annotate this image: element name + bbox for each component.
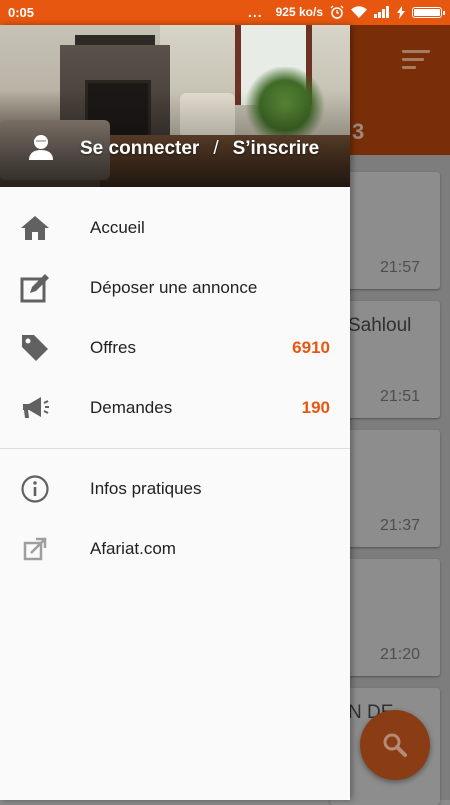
demandes-count-badge: 190 (301, 398, 330, 417)
drawer-item-label: Déposer une annonce (90, 278, 258, 297)
battery-icon (412, 6, 445, 18)
drawer-menu: Accueil Déposer une annonce Offres 6910 … (0, 198, 350, 579)
wifi-icon (351, 5, 367, 18)
home-icon (21, 216, 49, 240)
login-link[interactable]: Se connecter (80, 138, 199, 160)
navigation-drawer: Se connecter / S’inscrire Accueil Dépose… (0, 25, 350, 800)
drawer-item-deposer-annonce[interactable]: Déposer une annonce (0, 258, 350, 318)
status-indicators: ... 925 ko/s (247, 4, 445, 20)
photo-overlay (0, 25, 350, 187)
status-time: 0:05 (8, 5, 35, 20)
listing-time: 21:20 (379, 646, 420, 663)
external-link-icon (23, 537, 47, 561)
drawer-item-demandes[interactable]: Demandes 190 (0, 378, 350, 438)
drawer-header: Se connecter / S’inscrire (0, 25, 350, 187)
drawer-item-accueil[interactable]: Accueil (0, 198, 350, 258)
auth-separator: / (213, 138, 219, 159)
edit-icon (20, 274, 49, 303)
status-more-dots: ... (247, 4, 263, 20)
signal-icon (374, 6, 389, 18)
drawer-item-label: Accueil (90, 218, 145, 237)
listing-title: Sahloul (348, 315, 412, 336)
listing-count: 3 (352, 119, 365, 144)
alarm-icon (330, 5, 344, 19)
drawer-item-infos-pratiques[interactable]: Infos pratiques (0, 459, 350, 519)
drawer-item-label: Offres (90, 338, 136, 357)
auth-links: Se connecter / S’inscrire (80, 138, 319, 160)
sort-filter-icon (402, 50, 430, 70)
search-icon (383, 733, 407, 757)
drawer-item-offres[interactable]: Offres 6910 (0, 318, 350, 378)
drawer-item-label: Infos pratiques (90, 479, 202, 498)
listing-time: 21:37 (379, 517, 420, 534)
megaphone-icon (23, 397, 49, 418)
drawer-item-label: Demandes (90, 398, 173, 417)
battery-level-fill (414, 8, 440, 16)
charging-icon (397, 5, 405, 19)
tag-icon (22, 335, 48, 361)
status-bar: 0:05 ... 925 ko/s (0, 0, 450, 25)
info-icon (21, 475, 49, 503)
user-avatar-icon (29, 135, 53, 160)
listing-time: 21:51 (379, 388, 420, 405)
menu-divider (0, 448, 350, 449)
drawer-item-afariat-com[interactable]: Afariat.com (0, 519, 350, 579)
search-fab-button[interactable] (360, 710, 430, 780)
network-speed: 925 ko/s (275, 5, 323, 19)
offres-count-badge: 6910 (292, 338, 330, 357)
listing-time: 21:57 (379, 259, 420, 276)
register-link[interactable]: S’inscrire (233, 138, 320, 160)
drawer-item-label: Afariat.com (90, 539, 176, 558)
